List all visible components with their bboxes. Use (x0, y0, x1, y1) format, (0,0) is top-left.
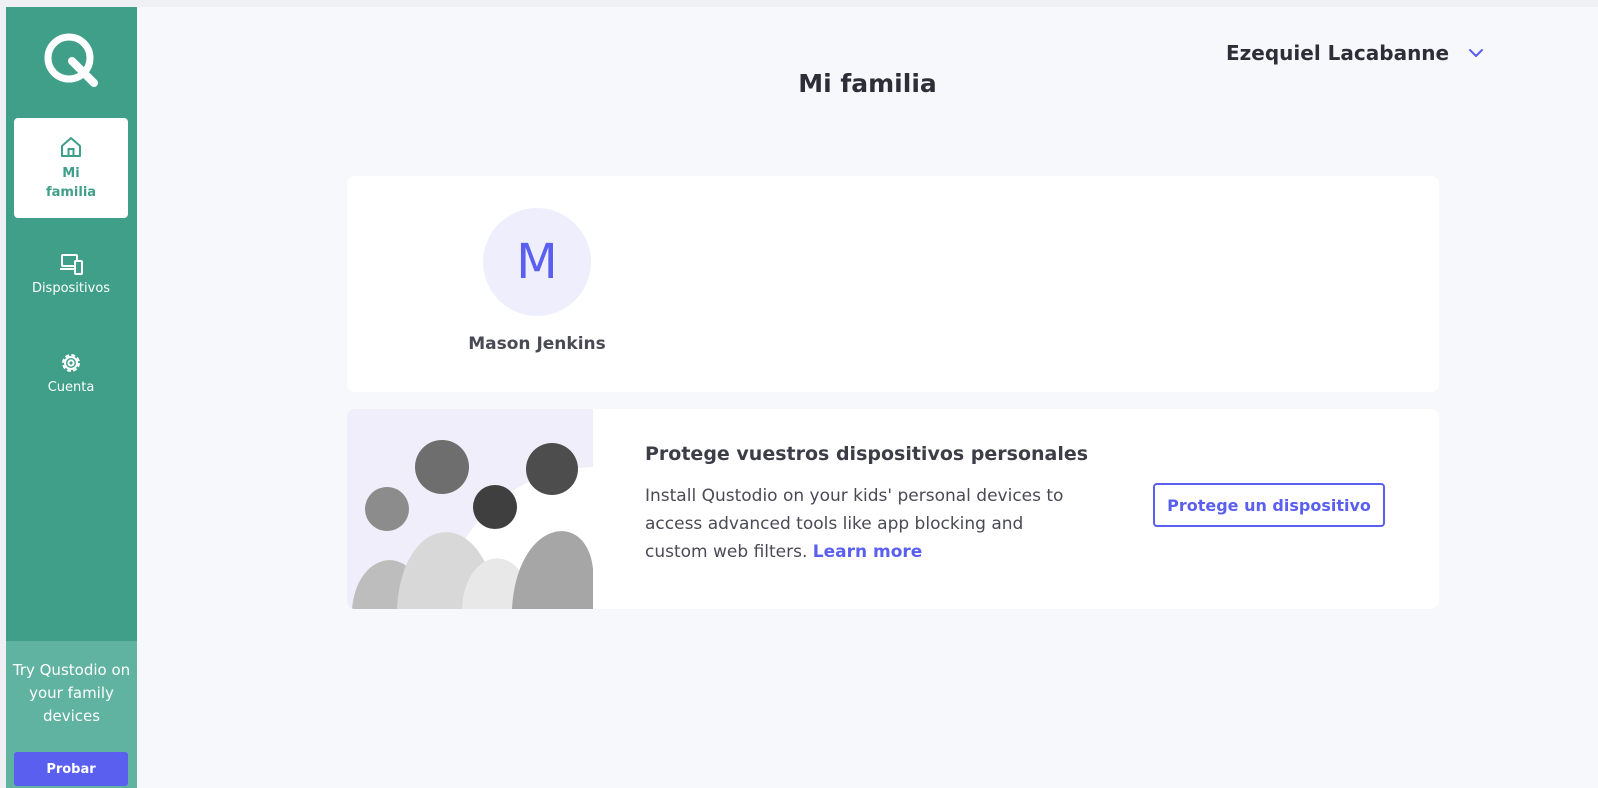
app-window: Mi familia Dispositivos Cuenta Try Qusto… (6, 7, 1598, 788)
user-name: Ezequiel Lacabanne (1226, 41, 1450, 65)
devices-icon (60, 254, 83, 275)
sidebar-item-cuenta[interactable]: Cuenta (14, 350, 128, 395)
sidebar-item-dispositivos[interactable]: Dispositivos (14, 251, 128, 296)
gear-icon (62, 354, 80, 372)
page-title: Mi familia (798, 69, 937, 98)
sidebar-item-label: Mi familia (45, 166, 97, 200)
family-member[interactable]: M Mason Jenkins (457, 208, 617, 354)
family-photo-image (347, 409, 593, 609)
banner-description: Install Qustodio on your kids' personal … (645, 482, 1085, 566)
avatar: M (483, 208, 591, 316)
family-members-card: M Mason Jenkins (347, 176, 1439, 392)
protect-device-button[interactable]: Protege un dispositivo (1153, 483, 1385, 527)
protect-devices-banner: Protege vuestros dispositivos personales… (347, 409, 1439, 609)
learn-more-link[interactable]: Learn more (813, 542, 923, 562)
try-button[interactable]: Probar (14, 752, 128, 786)
promo-text: Try Qustodio on your family devices (12, 661, 131, 725)
user-menu[interactable]: Ezequiel Lacabanne (1226, 41, 1485, 65)
chevron-down-icon (1469, 49, 1484, 57)
sidebar-item-label: Cuenta (47, 380, 95, 395)
sidebar: Mi familia Dispositivos Cuenta Try Qusto… (6, 7, 137, 788)
sidebar-item-label: Dispositivos (31, 281, 111, 296)
banner-title: Protege vuestros dispositivos personales (645, 443, 1089, 465)
sidebar-item-mi-familia[interactable]: Mi familia (14, 118, 128, 218)
home-icon (61, 137, 81, 157)
sidebar-promo: Try Qustodio on your family devices Prob… (6, 641, 137, 788)
member-name: Mason Jenkins (468, 334, 606, 354)
